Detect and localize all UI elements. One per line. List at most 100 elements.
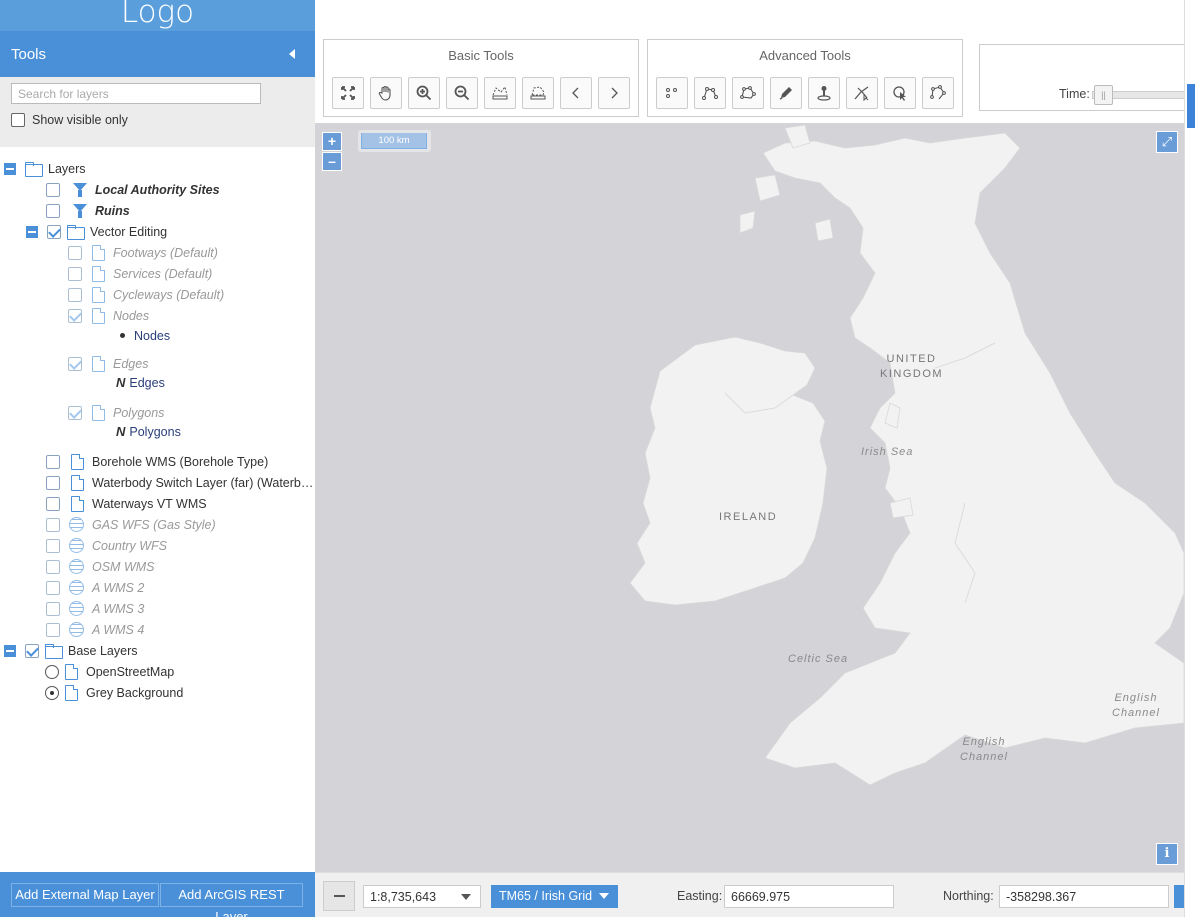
select-geometry-button[interactable] xyxy=(846,77,878,109)
tree-node-nodes[interactable]: Nodes xyxy=(68,305,149,326)
projection-select[interactable]: TM65 / Irish Grid xyxy=(491,885,618,908)
time-slider-handle[interactable]: || xyxy=(1094,85,1113,105)
measure-length-button[interactable] xyxy=(484,77,516,109)
previous-extent-button[interactable] xyxy=(560,77,592,109)
tree-node-services[interactable]: Services (Default) xyxy=(68,263,212,284)
layer-visibility-checkbox[interactable] xyxy=(68,405,82,420)
add-arcgis-rest-layer-button[interactable]: Add ArcGIS REST Layer xyxy=(160,883,303,917)
tree-node-base-layers[interactable]: Base Layers xyxy=(4,640,137,661)
layer-visibility-checkbox[interactable] xyxy=(46,496,60,511)
layer-visibility-checkbox[interactable] xyxy=(25,643,39,658)
base-layer-radio[interactable] xyxy=(45,685,59,700)
layer-visibility-checkbox[interactable] xyxy=(46,475,60,490)
zoom-out-icon xyxy=(454,85,470,101)
tree-node-waterways[interactable]: Waterways VT WMS xyxy=(46,493,207,514)
zoom-out-button[interactable] xyxy=(446,77,478,109)
layer-visibility-checkbox[interactable] xyxy=(46,182,60,197)
fullscreen-button[interactable]: ⤢ xyxy=(1156,131,1178,153)
northing-input[interactable] xyxy=(999,885,1169,908)
layer-visibility-checkbox[interactable] xyxy=(68,266,82,281)
tree-node-gas-wfs[interactable]: GAS WFS (Gas Style) xyxy=(46,514,216,535)
zoom-out-map-button[interactable]: – xyxy=(322,152,342,171)
draw-line-button[interactable] xyxy=(694,77,726,109)
layer-visibility-checkbox[interactable] xyxy=(46,559,60,574)
easting-label: Easting: xyxy=(677,889,723,903)
map-status-bar: 1:8,735,643 TM65 / Irish Grid Easting: N… xyxy=(315,872,1184,917)
layer-tree: Layers Local Authority Sites Ruins Vecto… xyxy=(0,147,315,872)
layer-search-input[interactable] xyxy=(11,83,261,104)
layer-visibility-checkbox[interactable] xyxy=(46,622,60,637)
layer-visibility-checkbox[interactable] xyxy=(46,454,60,469)
base-layer-radio[interactable] xyxy=(45,664,59,679)
left-panel-footer: Add External Map Layer Add ArcGIS REST L… xyxy=(0,872,315,917)
measure-area-button[interactable] xyxy=(522,77,554,109)
layer-visibility-checkbox[interactable] xyxy=(68,245,82,260)
right-scroll-edge xyxy=(1184,0,1195,917)
tools-panel-title: Tools xyxy=(11,46,47,63)
right-panel-tab[interactable] xyxy=(1187,84,1195,128)
layer-visibility-checkbox[interactable] xyxy=(46,517,60,532)
tree-node-polygons[interactable]: Polygons xyxy=(68,402,164,423)
tree-node-footways[interactable]: Footways (Default) xyxy=(68,242,218,263)
tree-node-country-wfs[interactable]: Country WFS xyxy=(46,535,167,556)
show-visible-only-checkbox[interactable] xyxy=(11,113,25,127)
layer-visibility-checkbox[interactable] xyxy=(46,601,60,616)
zoom-to-extent-button[interactable] xyxy=(332,77,364,109)
collapse-icon[interactable] xyxy=(26,225,38,238)
layer-visibility-checkbox[interactable] xyxy=(68,287,82,302)
tree-node-vector-editing[interactable]: Vector Editing xyxy=(26,221,167,242)
layer-doc-icon xyxy=(92,286,105,303)
tree-node-local-authority-sites[interactable]: Local Authority Sites xyxy=(46,179,220,200)
tree-node-a-wms-4[interactable]: A WMS 4 xyxy=(46,619,144,640)
measure-area-icon xyxy=(530,86,546,100)
tree-node-osm-wms[interactable]: OSM WMS xyxy=(46,556,155,577)
pin-icon xyxy=(817,86,831,101)
pan-hand-icon xyxy=(378,85,391,101)
pin-button[interactable] xyxy=(808,77,840,109)
tree-node-waterbody[interactable]: Waterbody Switch Layer (far) (Waterb… xyxy=(46,472,313,493)
layer-visibility-checkbox[interactable] xyxy=(68,356,82,371)
easting-input[interactable] xyxy=(724,885,894,908)
tree-node-openstreetmap[interactable]: OpenStreetMap xyxy=(45,661,174,682)
layer-visibility-checkbox[interactable] xyxy=(46,203,60,218)
pan-button[interactable] xyxy=(370,77,402,109)
attribution-button[interactable]: i xyxy=(1156,843,1178,865)
layer-visibility-checkbox[interactable] xyxy=(46,538,60,553)
layer-doc-icon xyxy=(92,404,105,421)
tree-node-grey-background[interactable]: Grey Background xyxy=(45,682,183,703)
map-label-irish-sea: Irish Sea xyxy=(861,446,914,458)
collapse-panel-icon[interactable] xyxy=(289,49,295,59)
layer-visibility-checkbox[interactable] xyxy=(47,224,61,239)
draw-polygon-button[interactable] xyxy=(732,77,764,109)
edit-pencil-icon xyxy=(779,87,792,100)
edit-pencil-button[interactable] xyxy=(770,77,802,109)
add-external-map-layer-button[interactable]: Add External Map Layer xyxy=(11,883,159,907)
tree-node-label: Local Authority Sites xyxy=(95,182,220,197)
pointer-query-button[interactable] xyxy=(884,77,916,109)
tree-node-cycleways[interactable]: Cycleways (Default) xyxy=(68,284,224,305)
draw-point-button[interactable] xyxy=(656,77,688,109)
basemap-land xyxy=(629,124,1184,786)
layer-visibility-checkbox[interactable] xyxy=(46,580,60,595)
scale-select[interactable]: 1:8,735,643 xyxy=(363,885,481,908)
tree-node-a-wms-2[interactable]: A WMS 2 xyxy=(46,577,144,598)
tree-node-label: Nodes xyxy=(113,308,150,323)
collapse-icon[interactable] xyxy=(4,162,16,175)
locate-coordinate-button[interactable] xyxy=(1174,885,1184,908)
map-label-line: English xyxy=(1114,692,1158,704)
tree-node-edges[interactable]: Edges xyxy=(68,353,148,374)
show-visible-only-toggle[interactable]: Show visible only xyxy=(11,113,128,127)
next-extent-button[interactable] xyxy=(598,77,630,109)
tree-node-borehole[interactable]: Borehole WMS (Borehole Type) xyxy=(46,451,268,472)
tree-node-layers[interactable]: Layers xyxy=(4,158,86,179)
tree-node-a-wms-3[interactable]: A WMS 3 xyxy=(46,598,144,619)
collapse-status-bar-button[interactable] xyxy=(323,881,355,911)
zoom-in-map-button[interactable]: + xyxy=(322,132,342,151)
tree-node-ruins[interactable]: Ruins xyxy=(46,200,130,221)
modify-vertex-button[interactable] xyxy=(922,77,954,109)
collapse-icon[interactable] xyxy=(4,644,16,657)
map-label-line: Channel xyxy=(1112,707,1160,719)
layer-visibility-checkbox[interactable] xyxy=(68,308,82,323)
zoom-in-button[interactable] xyxy=(408,77,440,109)
map-view[interactable]: UNITED KINGDOM IRELAND Irish Sea Celtic … xyxy=(315,123,1184,872)
